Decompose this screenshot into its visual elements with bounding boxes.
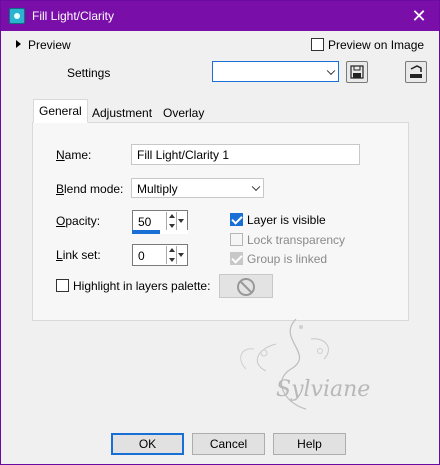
highlight-color-button[interactable] — [219, 274, 273, 298]
name-input[interactable]: Fill Light/Clarity 1 — [131, 144, 360, 165]
opacity-spin-arrows-icon[interactable] — [166, 212, 176, 230]
highlight-label: Highlight in layers palette: — [73, 279, 211, 293]
tab-overlay[interactable]: Overlay — [157, 101, 211, 123]
opacity-slider-fill — [132, 230, 160, 234]
blend-mode-value: Multiply — [137, 182, 178, 196]
window-title: Fill Light/Clarity — [32, 9, 115, 23]
cancel-button[interactable]: Cancel — [192, 433, 265, 455]
close-icon[interactable]: ✕ — [399, 1, 439, 31]
dialog-window: Fill Light/Clarity ✕ Preview Preview on … — [0, 0, 440, 465]
name-label: Name: — [56, 148, 92, 162]
preview-on-image-checkbox[interactable] — [311, 38, 324, 51]
link-set-spin-arrows-icon[interactable] — [166, 246, 176, 264]
reset-button[interactable] — [405, 61, 427, 83]
opacity-label: Opacity: — [56, 214, 101, 228]
no-color-icon — [237, 278, 255, 296]
opacity-value: 50 — [138, 215, 152, 229]
link-set-label: Link set: — [56, 248, 101, 262]
blend-mode-dropdown[interactable]: Multiply — [131, 178, 264, 198]
tab-adjustment-label: Adjustment — [92, 106, 153, 120]
link-set-value: 0 — [138, 249, 145, 263]
opacity-dropdown-icon[interactable] — [176, 212, 186, 230]
opacity-spinner[interactable]: 50 — [132, 210, 188, 232]
name-value: Fill Light/Clarity 1 — [137, 148, 230, 162]
tab-overlay-label: Overlay — [163, 106, 205, 120]
title-bar[interactable]: Fill Light/Clarity ✕ — [1, 1, 439, 31]
settings-label: Settings — [67, 66, 111, 80]
preview-on-image-label: Preview on Image — [328, 38, 425, 52]
opacity-slider-track[interactable] — [132, 230, 188, 234]
help-button[interactable]: Help — [273, 433, 346, 455]
blend-mode-label: Blend mode: — [56, 182, 124, 196]
expand-arrow-icon — [16, 40, 21, 48]
tab-general[interactable]: General — [33, 99, 88, 123]
lock-transparency-checkbox[interactable] — [230, 233, 243, 246]
link-set-dropdown-icon[interactable] — [176, 246, 186, 264]
layer-visible-label: Layer is visible — [247, 213, 326, 227]
watermark-flourish — [240, 318, 329, 410]
tab-general-label: General — [39, 104, 82, 118]
highlight-checkbox[interactable] — [56, 279, 69, 292]
ok-button[interactable]: OK — [111, 433, 184, 455]
preview-label: Preview — [28, 38, 71, 52]
group-linked-checkbox[interactable] — [230, 252, 243, 265]
save-preset-button[interactable] — [346, 61, 368, 83]
reset-icon — [410, 65, 422, 78]
settings-dropdown[interactable] — [212, 61, 339, 82]
watermark-signature: Sylviane — [276, 377, 371, 402]
floppy-icon — [350, 65, 364, 79]
link-set-spinner[interactable]: 0 — [132, 244, 188, 266]
chevron-down-icon — [326, 66, 336, 75]
group-linked-label: Group is linked — [247, 252, 328, 266]
lock-transparency-label: Lock transparency — [247, 233, 346, 247]
tab-adjustment[interactable]: Adjustment — [86, 101, 159, 123]
layer-visible-checkbox[interactable] — [230, 213, 243, 226]
app-icon — [9, 8, 25, 24]
chevron-down-icon — [251, 182, 261, 192]
